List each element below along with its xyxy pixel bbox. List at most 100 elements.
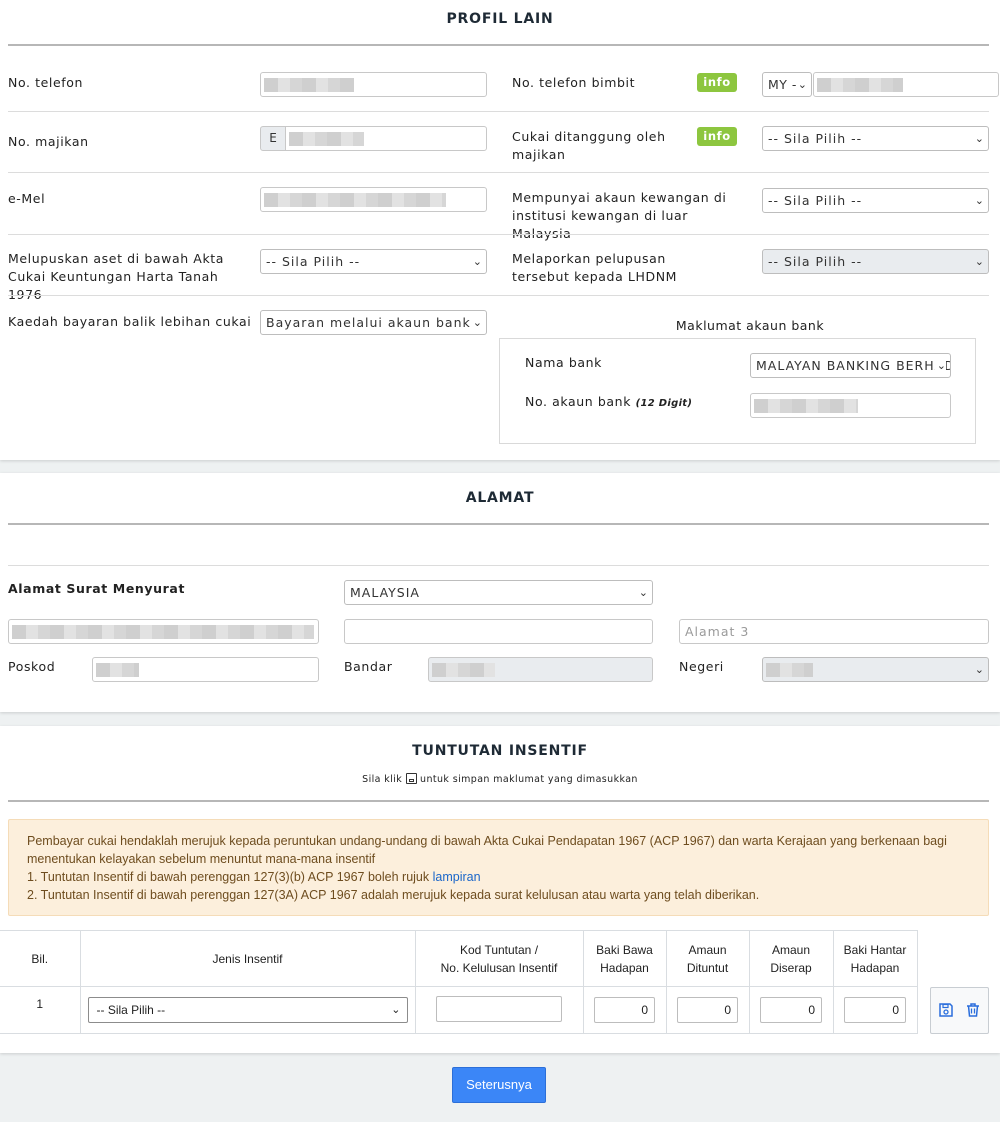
cukai-majikan-info-button[interactable]: info — [697, 127, 737, 146]
jenis-select[interactable]: -- Sila Pilih -- ⌄ — [87, 997, 408, 1023]
chevron-down-icon: ⌄ — [797, 78, 807, 91]
col-diserap: Amaun Diserap — [748, 930, 834, 987]
chevron-down-icon: ⌄ — [472, 255, 482, 268]
lampiran-link[interactable]: lampiran — [433, 870, 481, 884]
kod-input[interactable] — [436, 995, 562, 1022]
nama-bank-select[interactable]: MALAYAN BANKING BERHAD ⌄ — [750, 353, 951, 378]
redacted-value — [264, 193, 446, 207]
akaun-luar-value: -- Sila Pilih -- — [768, 193, 863, 208]
lapor-label: Melaporkan pelupusan tersebut kepada LHD… — [512, 251, 678, 284]
cukai-majikan-select[interactable]: -- Sila Pilih -- ⌄ — [762, 126, 989, 151]
save-hint-icon — [405, 773, 417, 784]
chevron-down-icon: ⌄ — [974, 132, 984, 145]
bank-box: Nama bank MALAYAN BANKING BERHAD ⌄ No. a… — [499, 338, 976, 444]
divider — [8, 44, 989, 46]
insentif-title: TUNTUTAN INSENTIF — [412, 743, 588, 759]
chevron-down-icon: ⌄ — [391, 1004, 401, 1016]
col-kod: Kod Tuntutan / No. Kelulusan Insentif — [414, 930, 584, 987]
redacted-value — [432, 663, 495, 677]
redacted-value — [817, 78, 903, 92]
baki-hantar-input[interactable]: 0 — [844, 997, 906, 1023]
save-icon[interactable] — [938, 1002, 954, 1018]
col-baki-hantar: Baki Hantar Hadapan — [832, 930, 918, 987]
country-code-select[interactable]: MY - ⌄ — [762, 72, 812, 97]
insentif-hint: Sila klik untuk simpan maklumat yang dim… — [0, 773, 1000, 785]
bandar-input[interactable] — [428, 657, 653, 682]
col-baki-bawa-line2: Hadapan — [600, 960, 649, 975]
row-jenis-cell: -- Sila Pilih -- ⌄ — [79, 986, 416, 1034]
chevron-down-icon: ⌄ — [974, 255, 984, 268]
alert-line1: Pembayar cukai hendaklah merujuk kepada … — [27, 834, 947, 866]
row-bil: 1 — [0, 986, 81, 1034]
redacted-value — [264, 78, 354, 92]
table-row: 1 -- Sila Pilih -- ⌄ 0 0 0 0 — [0, 986, 989, 1034]
col-baki-hantar-line2: Hadapan — [850, 960, 900, 975]
alamat-panel: ALAMAT Alamat Surat Menyurat MALAYSIA ⌄ … — [0, 473, 1000, 712]
alamat2-input[interactable] — [344, 619, 653, 644]
majikan-input[interactable] — [285, 126, 487, 151]
poskod-input[interactable] — [92, 657, 319, 682]
profil-lain-panel: PROFIL LAIN No. telefon No. telefon bimb… — [0, 0, 1000, 460]
alamat1-input[interactable] — [8, 619, 319, 644]
col-kod-line1: Kod Tuntutan / — [459, 942, 539, 957]
baki-bawa-input[interactable]: 0 — [594, 997, 655, 1023]
alamat3-input[interactable]: Alamat 3 — [679, 619, 989, 644]
bank-title: Maklumat akaun bank — [675, 318, 825, 333]
lapor-value: -- Sila Pilih -- — [768, 254, 863, 269]
negeri-label: Negeri — [679, 659, 724, 674]
alert-line3: 2. Tuntutan Insentif di bawah perenggan … — [27, 888, 760, 902]
col-diserap-line1: Amaun — [771, 942, 811, 957]
jenis-value: -- Sila Pilih -- — [96, 1003, 166, 1017]
col-baki-hantar-line1: Baki Hantar — [843, 942, 907, 957]
akaun-luar-select[interactable]: -- Sila Pilih -- ⌄ — [762, 188, 989, 213]
dituntut-input[interactable]: 0 — [677, 997, 738, 1023]
majikan-label: No. majikan — [8, 134, 89, 149]
trash-icon[interactable] — [965, 1002, 981, 1018]
divider — [8, 800, 989, 802]
negeri-select[interactable]: ⌄ — [762, 657, 989, 682]
bimbit-label: No. telefon bimbit — [512, 75, 636, 90]
nama-bank-label: Nama bank — [525, 355, 602, 370]
majikan-prefix: E — [260, 126, 286, 151]
row-divider — [8, 295, 989, 296]
chevron-down-icon: ⌄ — [974, 663, 984, 676]
lapor-select[interactable]: -- Sila Pilih -- ⌄ — [762, 249, 989, 274]
col-bil: Bil. — [0, 930, 81, 987]
bimbit-input[interactable] — [813, 72, 999, 97]
emel-input[interactable] — [260, 187, 487, 212]
akaun-bank-label: No. akaun bank (12 Digit) — [525, 393, 692, 413]
redacted-value — [289, 132, 364, 146]
row-kod-cell — [414, 986, 584, 1034]
row-baki-bawa-cell: 0 — [582, 986, 667, 1034]
kaedah-select[interactable]: Bayaran melalui akaun bank ⌄ — [260, 310, 487, 335]
col-baki-bawa-line1: Baki Bawa — [596, 942, 653, 957]
row-divider — [8, 234, 989, 235]
alert-line2: 1. Tuntutan Insentif di bawah perenggan … — [27, 868, 970, 886]
col-baki-bawa: Baki Bawa Hadapan — [582, 930, 667, 987]
chevron-down-icon: ⌄ — [934, 354, 946, 377]
row-dituntut-cell: 0 — [665, 986, 750, 1034]
alamat-title: ALAMAT — [465, 490, 535, 506]
akaun-bank-input[interactable] — [750, 393, 951, 418]
bimbit-info-button[interactable]: info — [697, 73, 737, 92]
aset-select[interactable]: -- Sila Pilih -- ⌄ — [260, 249, 487, 274]
redacted-value — [754, 399, 858, 413]
row-baki-hantar-cell: 0 — [832, 986, 918, 1034]
kaedah-label: Kaedah bayaran balik lebihan cukai — [8, 314, 252, 329]
row-divider — [8, 172, 989, 173]
nama-bank-value: MALAYAN BANKING BERHAD — [756, 358, 951, 373]
akaun-bank-label-text: No. akaun bank — [525, 394, 632, 409]
redacted-value — [766, 663, 813, 677]
table-header-row: Bil. Jenis Insentif Kod Tuntutan / No. Ke… — [0, 930, 989, 987]
alamat3-placeholder: Alamat 3 — [685, 624, 750, 639]
seterusnya-button[interactable]: Seterusnya — [452, 1067, 546, 1103]
chevron-down-icon: ⌄ — [638, 586, 648, 599]
chevron-down-icon: ⌄ — [974, 194, 984, 207]
diserap-input[interactable]: 0 — [760, 997, 822, 1023]
negara-select[interactable]: MALAYSIA ⌄ — [344, 580, 653, 605]
hint-after: untuk simpan maklumat yang dimasukkan — [420, 774, 638, 785]
akaun-bank-hint: (12 Digit) — [635, 398, 693, 409]
insentif-alert: Pembayar cukai hendaklah merujuk kepada … — [8, 819, 989, 916]
hint-before: Sila klik — [362, 774, 403, 785]
telefon-input[interactable] — [260, 72, 487, 97]
